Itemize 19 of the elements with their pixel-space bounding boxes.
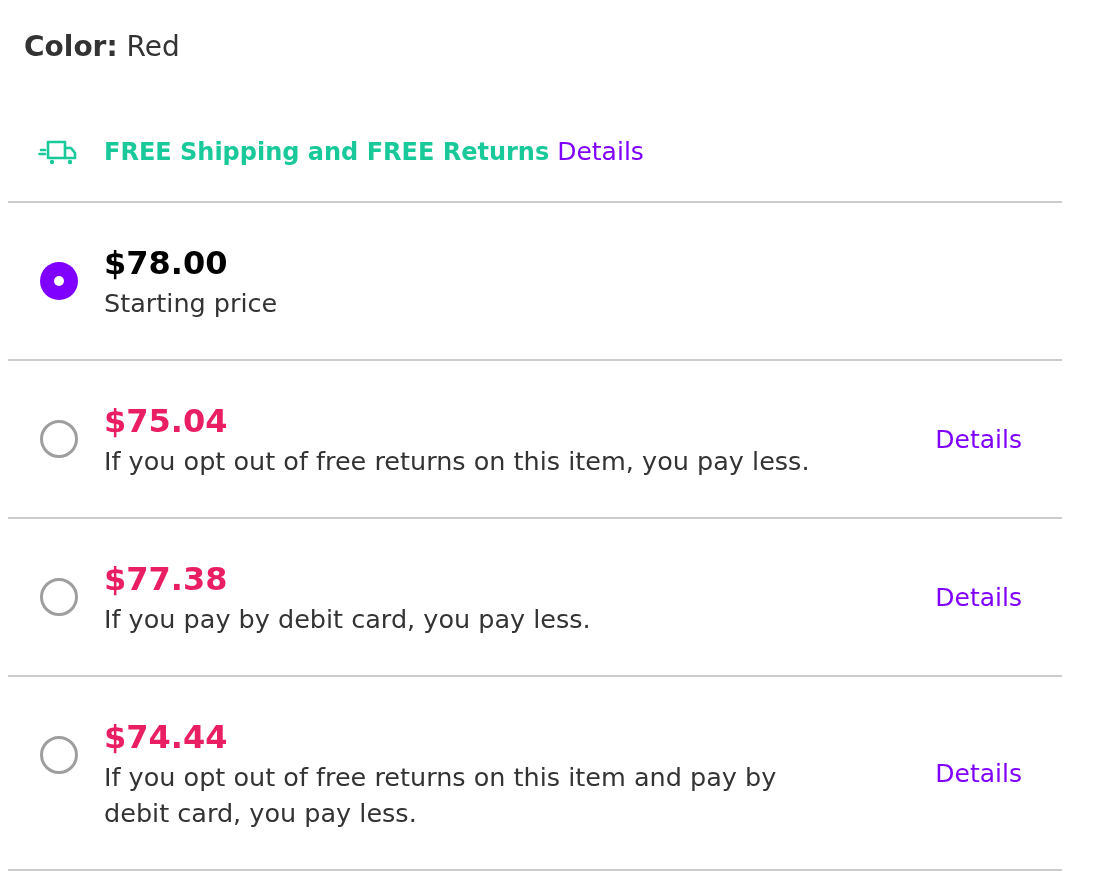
- details-link[interactable]: Details: [935, 424, 1022, 454]
- price: $74.44: [104, 717, 229, 758]
- truck-icon: [38, 138, 78, 165]
- shipping-text: FREE Shipping and FREE Returns: [104, 137, 550, 166]
- details-link[interactable]: Details: [557, 137, 644, 166]
- radio-icon[interactable]: [40, 578, 78, 616]
- details-link[interactable]: Details: [935, 582, 1022, 612]
- radio-icon[interactable]: [40, 736, 78, 774]
- price-description: Starting price: [104, 287, 279, 320]
- radio-selected-icon[interactable]: [40, 262, 78, 300]
- details-link[interactable]: Details: [935, 758, 1022, 788]
- price-description: If you opt out of free returns on this item and pay by debit card, you pay less.: [104, 761, 778, 830]
- price: $77.38: [104, 559, 229, 600]
- price: $78.00: [104, 243, 229, 284]
- price-description: If you pay by debit card, you pay less.: [104, 603, 592, 636]
- color-label: Color: Red: [24, 30, 180, 63]
- price: $75.04: [104, 401, 229, 442]
- radio-icon[interactable]: [40, 420, 78, 458]
- price-description: If you opt out of free returns on this item, you pay less.: [104, 445, 811, 478]
